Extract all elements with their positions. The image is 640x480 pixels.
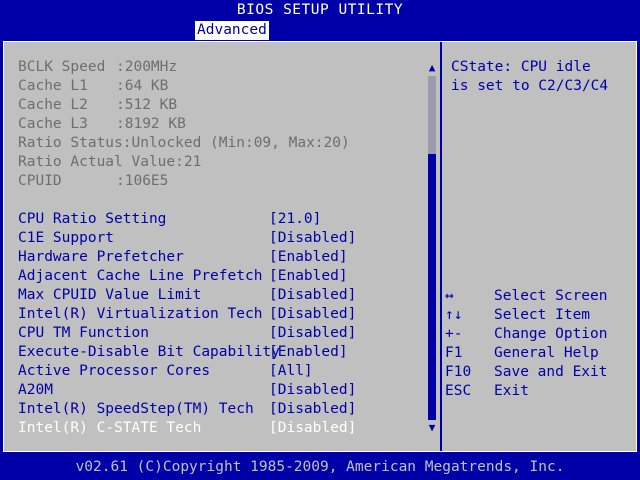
info-value-bclk: :200MHz [116, 59, 178, 75]
key-plus-minus: +- [445, 326, 463, 342]
info-ratio-status: Ratio Status:Unlocked (Min:09, Max:20) [18, 135, 350, 151]
key-f10: F10 [445, 364, 472, 380]
info-label-bclk: BCLK Speed [18, 59, 106, 75]
setting-label: Adjacent Cache Line Prefetch [18, 268, 263, 284]
setting-execute-disable-bit[interactable]: Execute-Disable Bit Capability [Enabled] [4, 343, 434, 362]
setting-label: Intel(R) C-STATE Tech [18, 420, 202, 436]
setting-value[interactable]: [All] [269, 362, 313, 381]
key-description: Select Item [494, 307, 591, 323]
key-f1: F1 [445, 345, 463, 361]
scrollbar-thumb[interactable] [428, 76, 436, 154]
info-label-cache-l3: Cache L3 [18, 116, 88, 132]
info-value-cpuid: :106E5 [116, 173, 169, 189]
key-esc: ESC [445, 383, 472, 399]
setting-value[interactable]: [Enabled] [269, 267, 348, 286]
setting-active-processor-cores[interactable]: Active Processor Cores [All] [4, 362, 434, 381]
setting-label: Intel(R) Virtualization Tech [18, 306, 263, 322]
info-label-cache-l2: Cache L2 [18, 97, 88, 113]
main-panel: BCLK Speed :200MHz Cache L1 :64 KB Cache… [3, 41, 637, 452]
info-ratio-actual: Ratio Actual Value:21 [18, 154, 202, 170]
scroll-up-arrow-icon[interactable]: ▲ [427, 62, 437, 74]
setting-adjacent-cache-prefetch[interactable]: Adjacent Cache Line Prefetch [Enabled] [4, 267, 434, 286]
key-description: Change Option [494, 326, 608, 342]
setting-value[interactable]: [Disabled] [269, 381, 356, 400]
setting-label: CPU Ratio Setting [18, 211, 167, 227]
arrows-ud-icon: ↑↓ [445, 307, 463, 323]
info-value-cache-l2: :512 KB [116, 97, 178, 113]
setting-c1e-support[interactable]: C1E Support [Disabled] [4, 229, 434, 248]
info-value-cache-l3: :8192 KB [116, 116, 186, 132]
setting-speedstep-tech[interactable]: Intel(R) SpeedStep(TM) Tech [Disabled] [4, 400, 434, 419]
setting-cpu-tm-function[interactable]: CPU TM Function [Disabled] [4, 324, 434, 343]
info-label-cache-l1: Cache L1 [18, 78, 88, 94]
key-description: Select Screen [494, 288, 608, 304]
arrows-lr-icon: ↔ [445, 288, 454, 304]
setting-label: CPU TM Function [18, 325, 149, 341]
setting-label: C1E Support [18, 230, 115, 246]
setting-label: A20M [18, 382, 53, 398]
setting-value[interactable]: [Disabled] [269, 286, 356, 305]
setting-value[interactable]: [Disabled] [269, 229, 356, 248]
key-description: Exit [494, 383, 529, 399]
setting-label: Active Processor Cores [18, 363, 211, 379]
key-description: Save and Exit [494, 364, 608, 380]
setting-value[interactable]: [21.0] [269, 210, 321, 229]
tab-strip: Advanced [0, 20, 640, 41]
setting-value[interactable]: [Enabled] [269, 248, 348, 267]
setting-a20m[interactable]: A20M [Disabled] [4, 381, 434, 400]
scroll-down-arrow-icon[interactable]: ▼ [427, 422, 437, 434]
setting-cpu-ratio[interactable]: CPU Ratio Setting [21.0] [4, 210, 434, 229]
info-value-cache-l1: :64 KB [116, 78, 169, 94]
setting-value[interactable]: [Disabled] [269, 419, 356, 438]
setting-value[interactable]: [Disabled] [269, 400, 356, 419]
setting-label: Hardware Prefetcher [18, 249, 184, 265]
setting-c-state-tech[interactable]: Intel(R) C-STATE Tech [Disabled] [4, 419, 434, 438]
setting-label: Max CPUID Value Limit [18, 287, 202, 303]
help-description: CState: CPU idle is set to C2/C3/C4 [451, 59, 609, 94]
setting-hardware-prefetcher[interactable]: Hardware Prefetcher [Enabled] [4, 248, 434, 267]
setting-value[interactable]: [Disabled] [269, 305, 356, 324]
setting-label: Intel(R) SpeedStep(TM) Tech [18, 401, 254, 417]
setting-value[interactable]: [Disabled] [269, 324, 356, 343]
window-title: BIOS SETUP UTILITY [0, 0, 640, 20]
key-description: General Help [494, 345, 599, 361]
panel-divider [440, 42, 442, 451]
setting-value[interactable]: [Enabled] [269, 343, 348, 362]
info-label-cpuid: CPUID [18, 173, 62, 189]
setting-max-cpuid-limit[interactable]: Max CPUID Value Limit [Disabled] [4, 286, 434, 305]
tab-advanced[interactable]: Advanced [195, 21, 269, 40]
setting-label: Execute-Disable Bit Capability [18, 344, 280, 360]
copyright-footer: v02.61 (C)Copyright 1985-2009, American … [0, 454, 640, 480]
setting-virtualization-tech[interactable]: Intel(R) Virtualization Tech [Disabled] [4, 305, 434, 324]
